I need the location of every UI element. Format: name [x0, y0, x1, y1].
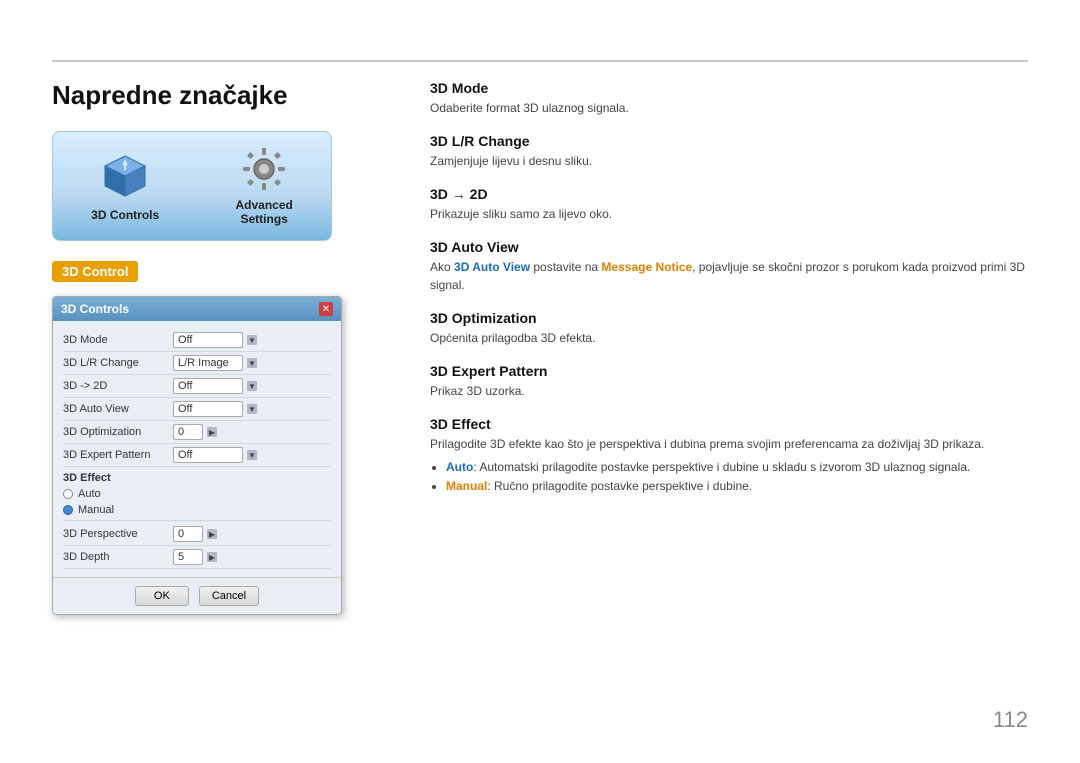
row-label-lr-change: 3D L/R Change: [63, 357, 173, 369]
row-value-lr-change: L/R Image ▼: [173, 355, 331, 371]
feature-optimization: 3D Optimization Općenita prilagodba 3D e…: [430, 310, 1028, 347]
feature-desc-lr-change: Zamjenjuje lijevu i desnu sliku.: [430, 152, 1028, 170]
effect-bullets: Auto: Automatski prilagodite postavke pe…: [430, 458, 1028, 496]
feature-lr-change: 3D L/R Change Zamjenjuje lijevu i desnu …: [430, 133, 1028, 170]
row-label-auto-view: 3D Auto View: [63, 403, 173, 415]
feature-title-3d-mode: 3D Mode: [430, 80, 1028, 96]
row-value-expert-pattern: Off ▼: [173, 447, 331, 463]
dialog-row-perspective: 3D Perspective 0 ▶: [63, 523, 331, 546]
feature-title-3d-effect: 3D Effect: [430, 416, 1028, 432]
dropdown-auto-view[interactable]: Off: [173, 401, 243, 417]
icon-label-advanced-line1: Advanced: [235, 198, 292, 212]
bullet-manual: Manual: Ručno prilagodite postavke persp…: [446, 477, 1028, 496]
feature-auto-view: 3D Auto View Ako 3D Auto View postavite …: [430, 239, 1028, 294]
feature-title-auto-view: 3D Auto View: [430, 239, 1028, 255]
section-label: 3D Control: [52, 261, 138, 282]
dialog-3d-controls: 3D Controls ✕ 3D Mode Off ▼ 3D L/R Chang…: [52, 296, 342, 615]
page-number: 112: [993, 707, 1028, 733]
feature-title-optimization: 3D Optimization: [430, 310, 1028, 326]
dialog-titlebar: 3D Controls ✕: [53, 297, 341, 321]
dialog-row-3d-mode: 3D Mode Off ▼: [63, 329, 331, 352]
dropdown-3d-2d[interactable]: Off: [173, 378, 243, 394]
row-label-optimization: 3D Optimization: [63, 426, 173, 438]
dropdown-arrow-auto-view[interactable]: ▼: [247, 404, 257, 414]
left-panel: Napredne značajke 3D Controls: [52, 80, 392, 615]
ok-button[interactable]: OK: [135, 586, 189, 606]
row-value-depth: 5 ▶: [173, 549, 331, 565]
gear-icon: [241, 146, 287, 192]
feature-3d-to-2d: 3D → 2D Prikazuje sliku samo za lijevo o…: [430, 186, 1028, 223]
icon-item-advanced-settings: Advanced Settings: [235, 146, 292, 226]
feature-desc-3d-mode: Odaberite format 3D ulaznog signala.: [430, 99, 1028, 117]
value-optimization: 0: [173, 424, 203, 440]
dialog-row-lr-change: 3D L/R Change L/R Image ▼: [63, 352, 331, 375]
dropdown-arrow-3d-mode[interactable]: ▼: [247, 335, 257, 345]
radio-manual-row[interactable]: Manual: [63, 502, 331, 518]
feature-desc-auto-view: Ako 3D Auto View postavite na Message No…: [430, 258, 1028, 294]
dropdown-arrow-3d-2d[interactable]: ▼: [247, 381, 257, 391]
feature-title-lr-change: 3D L/R Change: [430, 133, 1028, 149]
bullet-auto-highlight: Auto: [446, 460, 473, 474]
right-panel: 3D Mode Odaberite format 3D ulaznog sign…: [430, 80, 1028, 512]
stepper-arrow-perspective[interactable]: ▶: [207, 529, 217, 539]
radio-auto-label: Auto: [78, 488, 101, 500]
feature-expert-pattern: 3D Expert Pattern Prikaz 3D uzorka.: [430, 363, 1028, 400]
stepper-arrow-depth[interactable]: ▶: [207, 552, 217, 562]
bullet-auto: Auto: Automatski prilagodite postavke pe…: [446, 458, 1028, 477]
dialog-row-auto-view: 3D Auto View Off ▼: [63, 398, 331, 421]
feature-desc-expert-pattern: Prikaz 3D uzorka.: [430, 382, 1028, 400]
dialog-footer: OK Cancel: [53, 577, 341, 614]
stepper-arrow-optimization[interactable]: ▶: [207, 427, 217, 437]
feature-3d-mode: 3D Mode Odaberite format 3D ulaznog sign…: [430, 80, 1028, 117]
radio-auto-row[interactable]: Auto: [63, 486, 331, 502]
row-value-auto-view: Off ▼: [173, 401, 331, 417]
feature-desc-optimization: Općenita prilagodba 3D efekta.: [430, 329, 1028, 347]
row-value-optimization: 0 ▶: [173, 424, 331, 440]
row-label-depth: 3D Depth: [63, 551, 173, 563]
dropdown-lr-change[interactable]: L/R Image: [173, 355, 243, 371]
row-value-3d-mode: Off ▼: [173, 332, 331, 348]
dialog-title: 3D Controls: [61, 302, 129, 316]
dialog-body: 3D Mode Off ▼ 3D L/R Change L/R Image ▼ …: [53, 321, 341, 577]
feature-title-3d-to-2d: 3D → 2D: [430, 186, 1028, 202]
row-label-expert-pattern: 3D Expert Pattern: [63, 449, 173, 461]
cube-icon: [99, 150, 151, 202]
radio-manual-circle[interactable]: [63, 505, 73, 515]
dropdown-expert-pattern[interactable]: Off: [173, 447, 243, 463]
divider: [63, 520, 331, 521]
feature-desc-3d-to-2d: Prikazuje sliku samo za lijevo oko.: [430, 205, 1028, 223]
row-value-perspective: 0 ▶: [173, 526, 331, 542]
cancel-button[interactable]: Cancel: [199, 586, 259, 606]
dialog-row-optimization: 3D Optimization 0 ▶: [63, 421, 331, 444]
row-value-3d-2d: Off ▼: [173, 378, 331, 394]
value-perspective: 0: [173, 526, 203, 542]
radio-auto-circle[interactable]: [63, 489, 73, 499]
bullet-manual-highlight: Manual: [446, 479, 487, 493]
dialog-row-3d-2d: 3D -> 2D Off ▼: [63, 375, 331, 398]
feature-desc-3d-effect: Prilagodite 3D efekte kao što je perspek…: [430, 435, 1028, 453]
dropdown-arrow-lr-change[interactable]: ▼: [247, 358, 257, 368]
link-auto-view: 3D Auto View: [454, 260, 530, 274]
effect-section-header: 3D Effect: [63, 467, 331, 486]
link-message-notice: Message Notice: [601, 260, 692, 274]
row-label-3d-2d: 3D -> 2D: [63, 380, 173, 392]
icon-label-advanced-line2: Settings: [240, 212, 287, 226]
icon-box: 3D Controls Advanced Settings: [52, 131, 332, 241]
dialog-close-button[interactable]: ✕: [319, 302, 333, 316]
radio-manual-label: Manual: [78, 504, 114, 516]
icon-item-3d-controls: 3D Controls: [91, 150, 159, 222]
dropdown-3d-mode[interactable]: Off: [173, 332, 243, 348]
feature-3d-effect: 3D Effect Prilagodite 3D efekte kao što …: [430, 416, 1028, 496]
value-depth: 5: [173, 549, 203, 565]
row-label-perspective: 3D Perspective: [63, 528, 173, 540]
page-title: Napredne značajke: [52, 80, 392, 111]
dropdown-arrow-expert-pattern[interactable]: ▼: [247, 450, 257, 460]
icon-label-3d-controls: 3D Controls: [91, 208, 159, 222]
dialog-row-depth: 3D Depth 5 ▶: [63, 546, 331, 569]
feature-title-expert-pattern: 3D Expert Pattern: [430, 363, 1028, 379]
row-label-3d-mode: 3D Mode: [63, 334, 173, 346]
dialog-row-expert-pattern: 3D Expert Pattern Off ▼: [63, 444, 331, 467]
top-divider: [52, 60, 1028, 62]
